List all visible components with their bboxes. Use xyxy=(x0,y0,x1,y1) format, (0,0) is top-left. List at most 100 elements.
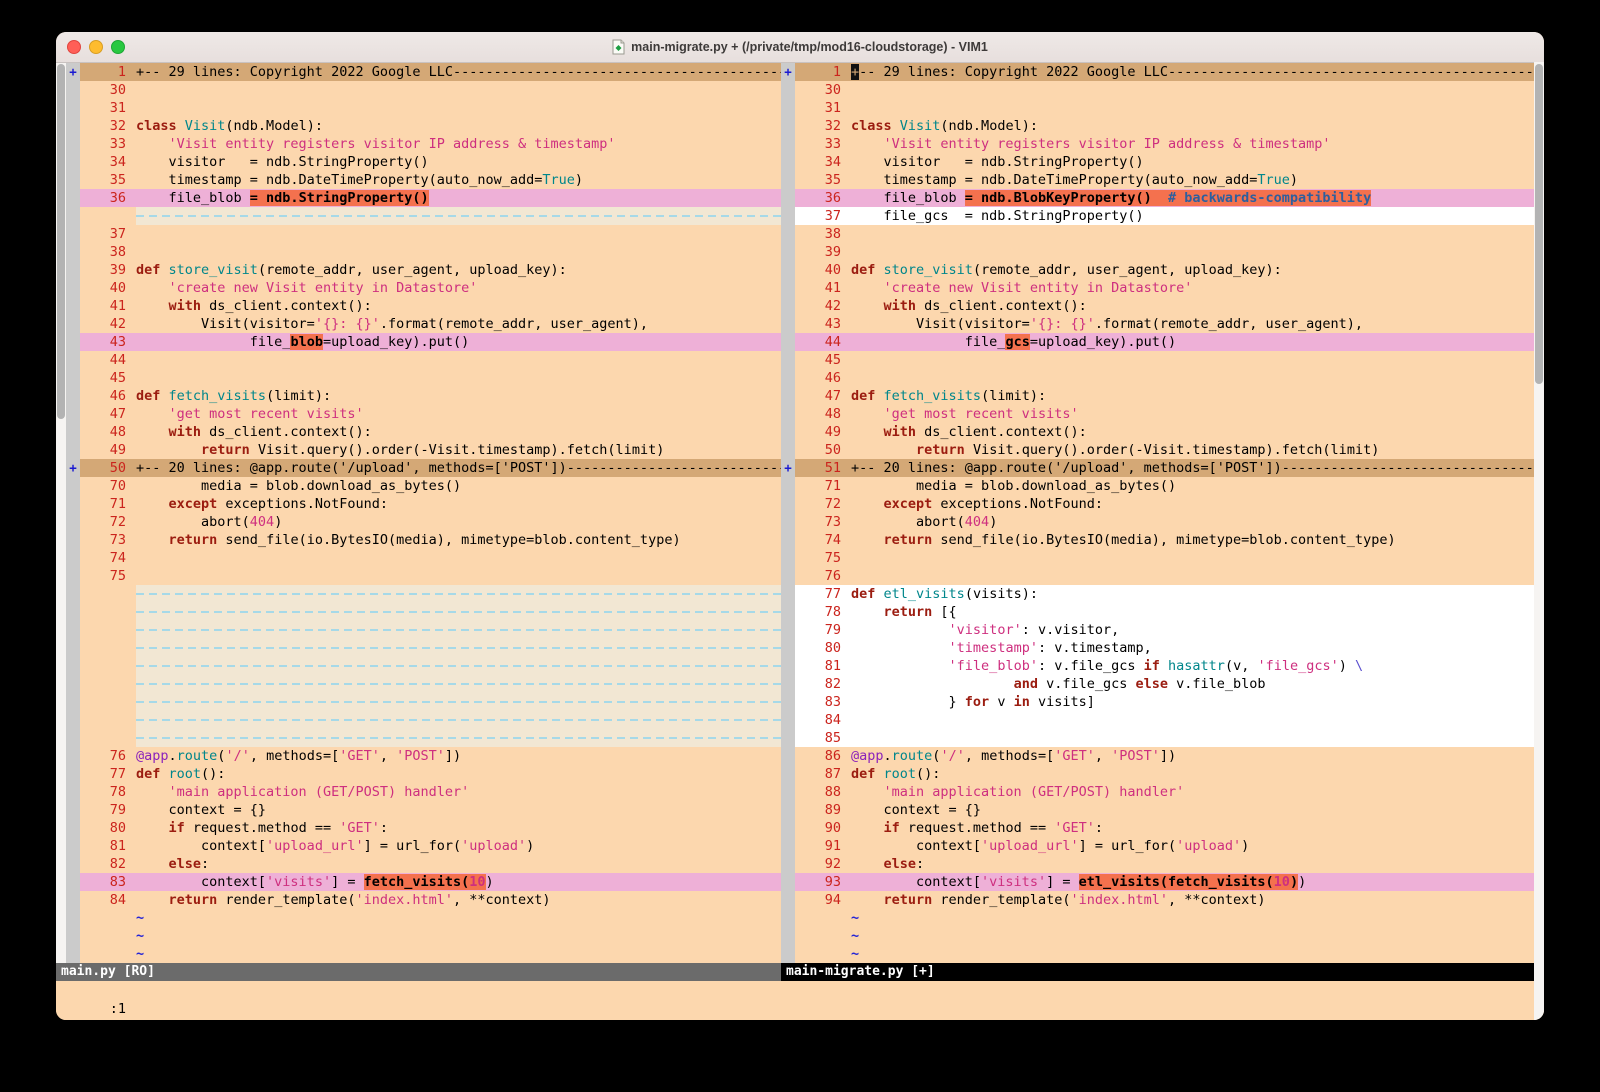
code-line[interactable]: 41 with ds_client.context(): xyxy=(66,297,781,315)
code-line[interactable]: 39 xyxy=(781,243,1544,261)
code-line[interactable]: 72 except exceptions.NotFound: xyxy=(781,495,1544,513)
code-line[interactable]: 36 file_blob = ndb.StringProperty() xyxy=(66,189,781,207)
right-scrollbar-thumb[interactable] xyxy=(1535,64,1543,384)
code-line[interactable]: 45 xyxy=(66,369,781,387)
code-line[interactable]: 31 xyxy=(781,99,1544,117)
code-line[interactable]: 74 return send_file(io.BytesIO(media), m… xyxy=(781,531,1544,549)
code-line[interactable]: 76 xyxy=(781,567,1544,585)
code-line[interactable]: 31 xyxy=(66,99,781,117)
code-line[interactable]: 49 return Visit.query().order(-Visit.tim… xyxy=(66,441,781,459)
code-line[interactable]: 94 return render_template('index.html', … xyxy=(781,891,1544,909)
code-line[interactable]: +51+-- 20 lines: @app.route('/upload', m… xyxy=(781,459,1544,477)
left-scrollbar[interactable] xyxy=(56,63,66,963)
code-line[interactable]: 48 with ds_client.context(): xyxy=(66,423,781,441)
code-line[interactable]: 74 xyxy=(66,549,781,567)
code-line[interactable]: 44 xyxy=(66,351,781,369)
code-line[interactable]: 32class Visit(ndb.Model): xyxy=(781,117,1544,135)
minimize-button[interactable] xyxy=(89,40,103,54)
code-line[interactable]: 81 context['upload_url'] = url_for('uplo… xyxy=(66,837,781,855)
code-line[interactable]: 40def store_visit(remote_addr, user_agen… xyxy=(781,261,1544,279)
code-line[interactable]: 77def root(): xyxy=(66,765,781,783)
code-line[interactable]: 46def fetch_visits(limit): xyxy=(66,387,781,405)
code-line[interactable]: 87def root(): xyxy=(781,765,1544,783)
code-line[interactable]: 89 context = {} xyxy=(781,801,1544,819)
statusline-main-py[interactable]: main.py [RO] xyxy=(56,963,781,981)
code-line[interactable]: 35 timestamp = ndb.DateTimeProperty(auto… xyxy=(781,171,1544,189)
code-line[interactable]: 84 xyxy=(781,711,1544,729)
fold-indicator-icon[interactable]: + xyxy=(66,63,80,81)
fold-indicator-icon[interactable]: + xyxy=(66,459,80,477)
code-line[interactable]: 47def fetch_visits(limit): xyxy=(781,387,1544,405)
code-line[interactable]: 73 return send_file(io.BytesIO(media), m… xyxy=(66,531,781,549)
code-line[interactable]: 79 context = {} xyxy=(66,801,781,819)
pane-main-py: +1+-- 29 lines: Copyright 2022 Google LL… xyxy=(56,63,781,981)
code-line[interactable]: 35 timestamp = ndb.DateTimeProperty(auto… xyxy=(66,171,781,189)
code-line[interactable]: 46 xyxy=(781,369,1544,387)
code-line[interactable]: 40 'create new Visit entity in Datastore… xyxy=(66,279,781,297)
code-line[interactable]: 90 if request.method == 'GET': xyxy=(781,819,1544,837)
code-line[interactable]: 92 else: xyxy=(781,855,1544,873)
left-scrollbar-thumb[interactable] xyxy=(57,64,65,419)
code-line[interactable]: 86@app.route('/', methods=['GET', 'POST'… xyxy=(781,747,1544,765)
code-line[interactable]: 43 Visit(visitor='{}: {}'.format(remote_… xyxy=(781,315,1544,333)
code-line[interactable]: 78 return [{ xyxy=(781,603,1544,621)
code-line[interactable]: 32class Visit(ndb.Model): xyxy=(66,117,781,135)
code-line[interactable]: 33 'Visit entity registers visitor IP ad… xyxy=(66,135,781,153)
code-line[interactable]: 48 'get most recent visits' xyxy=(781,405,1544,423)
code-line[interactable]: 42 with ds_client.context(): xyxy=(781,297,1544,315)
close-button[interactable] xyxy=(67,40,81,54)
code-line[interactable]: 37 xyxy=(66,225,781,243)
fold-indicator-icon[interactable]: + xyxy=(781,63,795,81)
code-line[interactable]: 47 'get most recent visits' xyxy=(66,405,781,423)
code-line[interactable]: 71 except exceptions.NotFound: xyxy=(66,495,781,513)
code-line[interactable]: 72 abort(404) xyxy=(66,513,781,531)
code-line[interactable]: 71 media = blob.download_as_bytes() xyxy=(781,477,1544,495)
statusline-main-migrate-py[interactable]: main-migrate.py [+] xyxy=(781,963,1544,981)
code-line[interactable]: 33 'Visit entity registers visitor IP ad… xyxy=(781,135,1544,153)
code-line[interactable]: 38 xyxy=(781,225,1544,243)
code-line[interactable]: 45 xyxy=(781,351,1544,369)
code-line[interactable]: +1+-- 29 lines: Copyright 2022 Google LL… xyxy=(66,63,781,81)
code-line[interactable]: 80 'timestamp': v.timestamp, xyxy=(781,639,1544,657)
code-line[interactable]: 43 file_blob=upload_key).put() xyxy=(66,333,781,351)
code-text: def root(): xyxy=(136,765,781,783)
code-line[interactable]: +50+-- 20 lines: @app.route('/upload', m… xyxy=(66,459,781,477)
code-line[interactable]: 34 visitor = ndb.StringProperty() xyxy=(66,153,781,171)
code-line[interactable]: 82 else: xyxy=(66,855,781,873)
code-line[interactable]: 36 file_blob = ndb.BlobKeyProperty() # b… xyxy=(781,189,1544,207)
code-line[interactable]: 41 'create new Visit entity in Datastore… xyxy=(781,279,1544,297)
code-line[interactable]: 44 file_gcs=upload_key).put() xyxy=(781,333,1544,351)
code-line[interactable]: 79 'visitor': v.visitor, xyxy=(781,621,1544,639)
code-line[interactable]: 93 context['visits'] = etl_visits(fetch_… xyxy=(781,873,1544,891)
code-line[interactable]: 73 abort(404) xyxy=(781,513,1544,531)
code-line[interactable]: 50 return Visit.query().order(-Visit.tim… xyxy=(781,441,1544,459)
code-line[interactable]: 75 xyxy=(66,567,781,585)
code-line[interactable]: 80 if request.method == 'GET': xyxy=(66,819,781,837)
code-line[interactable]: +1+-- 29 lines: Copyright 2022 Google LL… xyxy=(781,63,1544,81)
code-line[interactable]: 38 xyxy=(66,243,781,261)
code-line[interactable]: 85 xyxy=(781,729,1544,747)
code-line[interactable]: 49 with ds_client.context(): xyxy=(781,423,1544,441)
command-line[interactable]: :1 xyxy=(56,981,1544,1020)
fold-indicator-icon[interactable]: + xyxy=(781,459,795,477)
code-line[interactable]: 77def etl_visits(visits): xyxy=(781,585,1544,603)
code-line[interactable]: 82 and v.file_gcs else v.file_blob xyxy=(781,675,1544,693)
code-line[interactable]: 91 context['upload_url'] = url_for('uplo… xyxy=(781,837,1544,855)
code-line[interactable]: 37 file_gcs = ndb.StringProperty() xyxy=(781,207,1544,225)
code-line[interactable]: 39def store_visit(remote_addr, user_agen… xyxy=(66,261,781,279)
code-line[interactable]: 84 return render_template('index.html', … xyxy=(66,891,781,909)
code-line[interactable]: 30 xyxy=(66,81,781,99)
code-line[interactable]: 78 'main application (GET/POST) handler' xyxy=(66,783,781,801)
right-scrollbar[interactable] xyxy=(1534,62,1544,1020)
code-line[interactable]: 34 visitor = ndb.StringProperty() xyxy=(781,153,1544,171)
zoom-button[interactable] xyxy=(111,40,125,54)
code-line[interactable]: 42 Visit(visitor='{}: {}'.format(remote_… xyxy=(66,315,781,333)
code-line[interactable]: 83 } for v in visits] xyxy=(781,693,1544,711)
code-line[interactable]: 81 'file_blob': v.file_gcs if hasattr(v,… xyxy=(781,657,1544,675)
code-line[interactable]: 83 context['visits'] = fetch_visits(10) xyxy=(66,873,781,891)
code-line[interactable]: 70 media = blob.download_as_bytes() xyxy=(66,477,781,495)
code-line[interactable]: 88 'main application (GET/POST) handler' xyxy=(781,783,1544,801)
code-line[interactable]: 30 xyxy=(781,81,1544,99)
code-line[interactable]: 76@app.route('/', methods=['GET', 'POST'… xyxy=(66,747,781,765)
code-line[interactable]: 75 xyxy=(781,549,1544,567)
